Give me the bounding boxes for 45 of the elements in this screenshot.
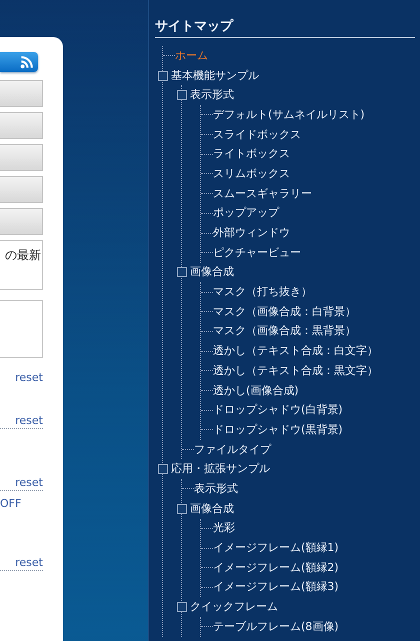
sitemap-link[interactable]: 画像合成 [190,500,234,517]
expander-icon[interactable] [177,267,187,278]
sitemap-link[interactable]: スライドボックス [213,126,301,143]
notice-text: の最新 [5,248,42,262]
reset-link[interactable]: reset [15,414,43,428]
sitemap-link[interactable]: イメージフレーム(額縁1) [213,540,339,556]
expander-icon[interactable] [177,504,187,514]
sitemap-link[interactable]: ファイルタイプ [194,442,271,458]
expander-icon[interactable] [158,464,168,474]
sitemap-link[interactable]: 透かし（テキスト合成：白文字） [213,343,378,360]
sitemap-link[interactable]: デフォルト(サムネイルリスト) [213,106,365,123]
sitemap-link[interactable]: 応用・拡張サンプル [171,461,270,478]
sitemap-link[interactable]: 基本機能サンプル [171,68,259,84]
sitemap-link[interactable]: ドロップシャドウ(白背景) [213,402,343,418]
sitemap-link[interactable]: イメージフレーム(額縁3) [213,579,339,596]
sitemap-link[interactable]: 透かし（テキスト合成：黒文字） [213,362,378,379]
sitemap-link[interactable]: マスク（画像合成：白背景） [213,304,356,320]
expander-icon[interactable] [177,602,187,612]
sitemap-link[interactable]: テーブルフレーム(8画像) [213,618,339,635]
sitemap-link[interactable]: 表示形式 [190,87,234,104]
rss-icon [20,55,34,69]
sitemap-link[interactable]: ライトボックス [213,146,290,162]
sitemap-link[interactable]: ピクチャービュー [213,244,301,261]
sitemap-link[interactable]: 光彩 [213,520,235,536]
sitemap-link[interactable]: 画像合成 [190,264,234,280]
expander-icon[interactable] [158,70,168,81]
sitemap-link[interactable]: 表示形式 [194,480,238,497]
sitemap-link[interactable]: マスク（打ち抜き） [213,284,312,300]
sitemap-link[interactable]: ドロップシャドウ(黒背景) [213,422,343,438]
sitemap-link[interactable]: ポップアップ [213,205,279,222]
sitemap-link[interactable]: スリムボックス [213,166,290,182]
sitemap-link[interactable]: スムースギャラリー [213,186,312,202]
sitemap-link[interactable]: マスク（画像合成：黒背景） [213,323,356,340]
feed-button[interactable] [0,52,38,72]
sitemap-link[interactable]: 外部ウィンドウ [213,225,290,242]
sitemap-title: サイトマップ [155,17,415,38]
option-link[interactable]: OFF [0,497,22,511]
sitemap-link[interactable]: イメージフレーム(額縁2) [213,560,339,576]
reset-link[interactable]: reset [15,476,43,490]
sitemap-link[interactable]: 透かし(画像合成) [213,382,299,399]
reset-link[interactable]: reset [15,556,43,570]
sitemap-link[interactable]: ホーム [175,48,208,64]
sitemap-link[interactable]: クイックフレーム [190,599,278,616]
reset-link[interactable]: reset [15,371,43,385]
expander-icon[interactable] [177,90,187,100]
